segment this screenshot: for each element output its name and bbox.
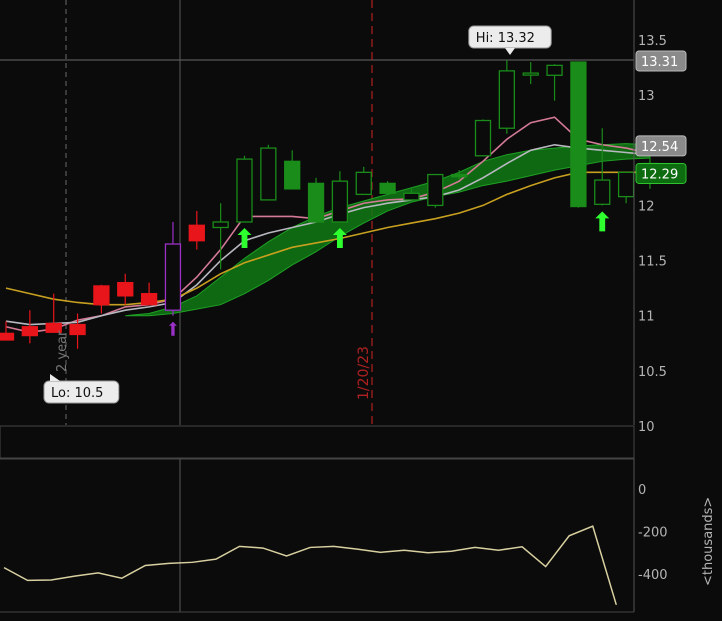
candle[interactable] <box>427 173 444 208</box>
candle-body <box>307 182 325 223</box>
price-tick-label: 12 <box>638 199 655 214</box>
candle[interactable] <box>260 144 277 201</box>
candle-body <box>93 285 110 306</box>
price-tag: 12.54 <box>635 135 687 157</box>
candle-body <box>570 61 587 208</box>
candle-body <box>450 173 468 178</box>
price-tick-label: 13 <box>638 89 655 104</box>
candle[interactable] <box>379 181 396 195</box>
candle-body <box>236 158 253 223</box>
price-tag-value: 12.29 <box>641 167 678 182</box>
chart-background <box>0 0 722 621</box>
price-tick-label: 13.5 <box>638 34 667 49</box>
price-tag-value: 13.31 <box>641 55 678 70</box>
candle[interactable] <box>474 119 492 157</box>
candle-body <box>284 160 301 190</box>
candle-body <box>522 72 539 76</box>
chart-area: 13.51312.51211.51110.5100-200-400<thousa… <box>0 0 722 621</box>
hi-callout-text: Hi: 13.32 <box>476 31 535 46</box>
candle-body <box>474 119 492 157</box>
price-tag-value: 12.54 <box>641 140 678 155</box>
price-tag: 12.29 <box>635 162 687 184</box>
candle-body <box>188 224 205 242</box>
candle-body <box>355 171 372 196</box>
candle-body <box>140 293 158 306</box>
price-tick-label: 10.5 <box>638 365 667 380</box>
candle-body <box>260 147 277 201</box>
volume-tick-label: -200 <box>638 526 668 541</box>
candle-body <box>617 171 635 198</box>
candle-body <box>212 221 229 229</box>
candle-body <box>427 173 444 207</box>
period-label: 2 year <box>55 330 70 372</box>
pane-separator <box>0 425 635 459</box>
volume-tick-label: 0 <box>638 483 646 498</box>
price-tick-label: 11.5 <box>638 255 667 270</box>
volume-tick-label: -400 <box>638 568 668 583</box>
candle-body <box>21 326 39 337</box>
price-tick-label: 11 <box>638 310 655 325</box>
candle-body <box>594 179 611 205</box>
candle-body <box>379 182 396 194</box>
candle-body <box>331 180 349 223</box>
candle-body <box>164 243 182 311</box>
candle[interactable] <box>307 177 325 223</box>
candle[interactable] <box>236 155 253 223</box>
candle-body <box>0 332 15 341</box>
volume-axis-label: <thousands> <box>701 497 716 586</box>
date-marker-label: 1/20/23 <box>356 346 372 400</box>
candle-body <box>69 323 86 336</box>
candle[interactable] <box>498 59 516 134</box>
candle-body <box>117 281 134 297</box>
candle-body <box>403 192 420 201</box>
candle-body <box>498 70 516 129</box>
price-tick-label: 10 <box>638 420 655 435</box>
candle-body <box>546 64 563 76</box>
price-tag: 13.31 <box>635 50 687 72</box>
candle[interactable] <box>570 61 587 208</box>
lo-callout-text: Lo: 10.5 <box>51 386 103 401</box>
